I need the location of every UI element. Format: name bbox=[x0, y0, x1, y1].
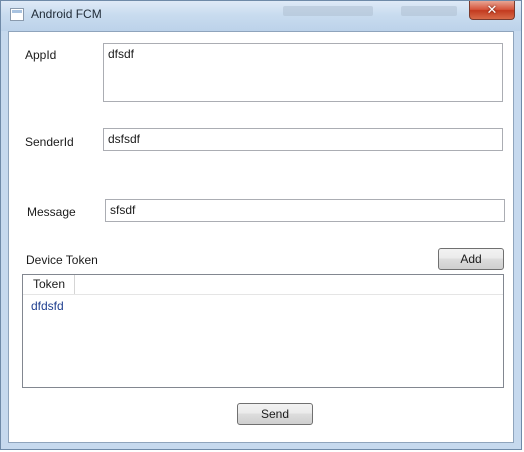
appid-input[interactable]: dfsdf bbox=[103, 43, 503, 102]
blurred-background bbox=[283, 6, 373, 16]
appid-label: AppId bbox=[25, 48, 57, 62]
senderid-input[interactable]: dsfsdf bbox=[103, 128, 503, 151]
add-button[interactable]: Add bbox=[438, 248, 504, 270]
title-bar[interactable]: Android FCM ✕ bbox=[1, 1, 521, 31]
device-token-label: Device Token bbox=[26, 253, 98, 267]
blurred-background bbox=[401, 6, 457, 16]
client-area: AppId dfsdf SenderId dsfsdf Message sfsd… bbox=[8, 31, 514, 443]
app-window: Android FCM ✕ AppId dfsdf SenderId dsfsd… bbox=[0, 0, 522, 450]
message-label: Message bbox=[27, 205, 76, 219]
token-list[interactable]: Token dfdsfd bbox=[22, 274, 504, 388]
message-input[interactable]: sfsdf bbox=[105, 199, 505, 222]
senderid-label: SenderId bbox=[25, 135, 74, 149]
token-column-header[interactable]: Token bbox=[27, 275, 75, 294]
close-icon: ✕ bbox=[486, 2, 498, 18]
close-button[interactable]: ✕ bbox=[469, 1, 515, 20]
window-icon bbox=[10, 8, 24, 21]
send-button[interactable]: Send bbox=[237, 403, 313, 425]
window-title: Android FCM bbox=[31, 7, 102, 21]
token-list-item[interactable]: dfdsfd bbox=[31, 299, 64, 313]
token-list-header: Token bbox=[23, 275, 503, 295]
